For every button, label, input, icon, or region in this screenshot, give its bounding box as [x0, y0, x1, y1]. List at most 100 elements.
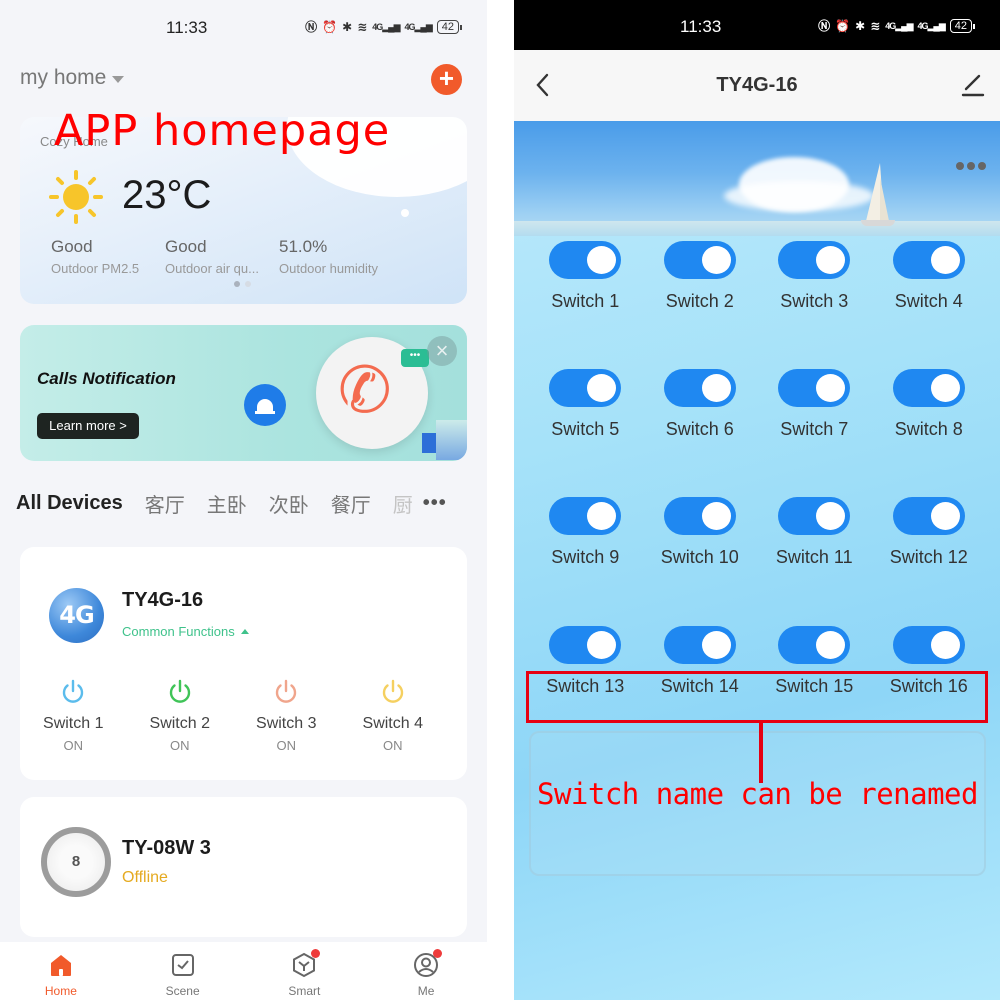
switch-toggle[interactable] — [549, 626, 622, 664]
status-bar: 11:33 Ⓝ ⏰ ✱ ≋ 4G▂▄▆ 4G▂▄▆ 42 — [0, 0, 487, 58]
power-icon — [169, 679, 190, 703]
nav-home[interactable]: Home — [0, 942, 122, 1000]
add-device-button[interactable]: + — [431, 64, 462, 95]
quick-switch[interactable]: Switch 3 ON — [233, 679, 340, 753]
quick-switch[interactable]: Switch 2 ON — [127, 679, 234, 753]
page-dot — [245, 281, 251, 287]
status-time: 11:33 — [680, 17, 722, 36]
page-indicator — [234, 281, 251, 287]
switch-row: Switch 9 Switch 10 Switch 11 Switch 12 — [514, 497, 1000, 568]
toggle-knob — [587, 502, 617, 530]
status-bar: 11:33 Ⓝ ⏰ ✱ ≋ 4G▂▄▆ 4G▂▄▆ 42 — [514, 0, 1000, 50]
switch-name[interactable]: Switch 5 — [528, 419, 643, 440]
switch-name[interactable]: Switch 9 — [528, 547, 643, 568]
switch-toggle[interactable] — [892, 241, 965, 279]
toggle-knob — [930, 631, 960, 659]
metric-label: Outdoor air qu... — [165, 261, 259, 276]
nav-scene[interactable]: Scene — [122, 942, 244, 1000]
annotation-highlight-box — [526, 671, 988, 723]
close-icon[interactable]: × — [427, 336, 457, 366]
switch-name[interactable]: Switch 10 — [643, 547, 758, 568]
signal-label: 4G — [917, 21, 929, 31]
switch-toggle[interactable] — [663, 241, 736, 279]
switch-name[interactable]: Switch 3 — [757, 291, 872, 312]
switch-toggle[interactable] — [663, 369, 736, 407]
switch-item: Switch 11 — [757, 497, 872, 568]
switch-toggle[interactable] — [549, 241, 622, 279]
signal-label: 4G — [372, 22, 383, 32]
decoration-glass — [436, 420, 467, 460]
status-icons: Ⓝ ⏰ ✱ ≋ 4G▂▄▆ 4G▂▄▆ 42 — [818, 19, 976, 33]
toggle-knob — [816, 374, 846, 402]
toggle-knob — [701, 374, 731, 402]
signal-4g-icon: 4G▂▄▆ — [917, 21, 946, 31]
signal-4g-icon: 4G▂▄▆ — [404, 22, 433, 32]
tab-living-room[interactable]: 客厅 — [145, 489, 185, 518]
more-tabs-button[interactable]: ••• — [423, 492, 447, 515]
tab-kitchen[interactable]: 厨 — [393, 489, 413, 518]
dot — [956, 162, 964, 170]
status-time: 11:33 — [166, 18, 208, 37]
switch-name[interactable]: Switch 2 — [643, 291, 758, 312]
switch-name[interactable]: Switch 8 — [872, 419, 987, 440]
switch-name: Switch 2 — [149, 715, 210, 732]
switch-toggle[interactable] — [663, 626, 736, 664]
smart-cube-icon — [291, 949, 321, 978]
nfc-icon: Ⓝ — [818, 19, 831, 33]
switch-toggle[interactable] — [892, 497, 965, 535]
switch-toggle[interactable] — [549, 497, 622, 535]
switch-name[interactable]: Switch 11 — [757, 547, 872, 568]
power-icon — [276, 679, 297, 703]
switch-name[interactable]: Switch 4 — [872, 291, 987, 312]
scene-check-icon — [171, 954, 194, 976]
quick-switch[interactable]: Switch 4 ON — [340, 679, 447, 753]
quick-switch[interactable]: Switch 1 ON — [20, 679, 127, 753]
common-functions-toggle[interactable]: Common Functions — [122, 624, 249, 639]
switch-toggle[interactable] — [892, 626, 965, 664]
nav-smart[interactable]: Smart — [244, 942, 366, 1000]
switch-name[interactable]: Switch 7 — [757, 419, 872, 440]
switch-toggle[interactable] — [778, 497, 851, 535]
more-options-icon[interactable] — [956, 162, 986, 170]
switch-name[interactable]: Switch 6 — [643, 419, 758, 440]
switch-toggle[interactable] — [549, 369, 622, 407]
switch-item: Switch 12 — [872, 497, 987, 568]
page-header: TY4G-16 — [514, 50, 1000, 121]
status-icons: Ⓝ ⏰ ✱ ≋ 4G▂▄▆ 4G▂▄▆ 42 — [305, 20, 463, 34]
switch-toggle[interactable] — [778, 626, 851, 664]
sailboat-jib-icon — [880, 177, 889, 221]
toggle-knob — [816, 502, 846, 530]
switch-toggle[interactable] — [663, 497, 736, 535]
calls-notification-banner[interactable]: Calls Notification Learn more > ✆ ••• × — [20, 325, 467, 461]
wifi-icon: ≋ — [870, 19, 881, 33]
sailboat-hull-icon — [861, 220, 895, 226]
notification-badge — [433, 949, 443, 958]
switch-toggle[interactable] — [778, 369, 851, 407]
switch-name[interactable]: Switch 12 — [872, 547, 987, 568]
switch-toggle[interactable] — [892, 369, 965, 407]
tab-master-bedroom[interactable]: 主卧 — [207, 489, 247, 518]
nav-label: Me — [417, 984, 435, 998]
switch-name[interactable]: Switch 1 — [528, 291, 643, 312]
toggle-knob — [701, 502, 731, 530]
tab-dining-room[interactable]: 餐厅 — [331, 489, 371, 518]
home-selector[interactable]: my home — [20, 66, 125, 90]
switch-toggle[interactable] — [778, 241, 851, 279]
signal-label: 4G — [885, 21, 896, 31]
sun-icon — [49, 170, 103, 224]
device-name: TY-08W 3 — [122, 837, 211, 859]
chat-bubble-icon: ••• — [401, 349, 429, 367]
device-card[interactable]: 8 TY-08W 3 Offline — [20, 797, 467, 937]
dot — [978, 162, 986, 170]
learn-more-button[interactable]: Learn more > — [37, 413, 139, 439]
alarm-icon: ⏰ — [835, 19, 851, 33]
nav-me[interactable]: Me — [365, 942, 487, 1000]
switch-item: Switch 8 — [872, 369, 987, 440]
toggle-knob — [930, 374, 960, 402]
tab-all-devices[interactable]: All Devices — [16, 492, 123, 515]
device-card[interactable]: 4G TY4G-16 Common Functions Switch 1 ON … — [20, 547, 467, 780]
toggle-knob — [930, 502, 960, 530]
edit-pencil-icon[interactable] — [960, 72, 986, 98]
tab-second-bedroom[interactable]: 次卧 — [269, 489, 309, 518]
wifi-icon: ≋ — [357, 20, 368, 34]
